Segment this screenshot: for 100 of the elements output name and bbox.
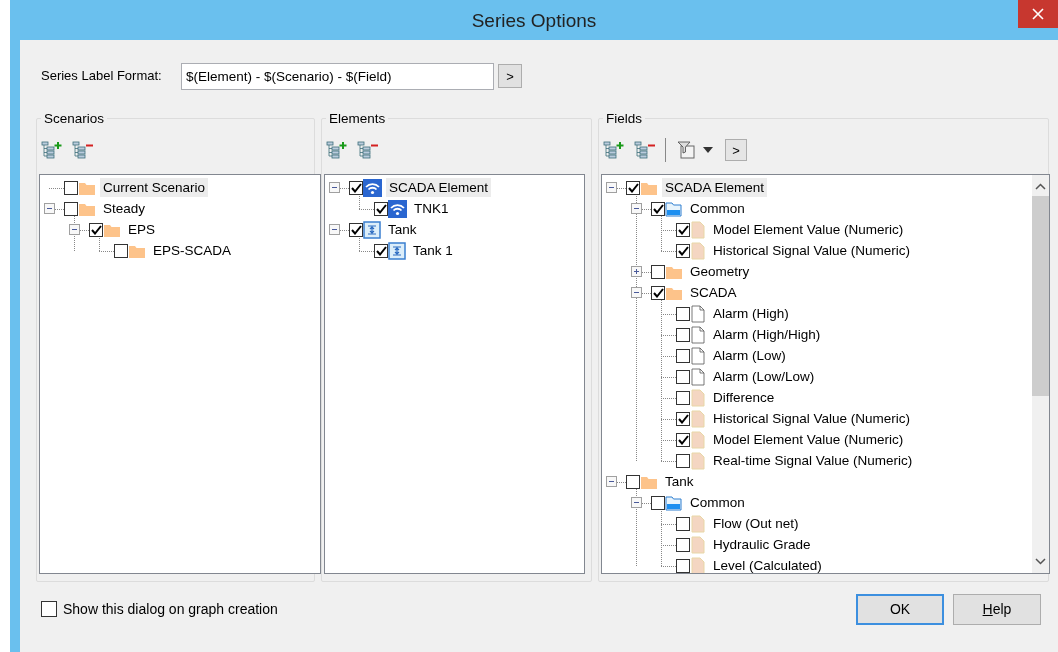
tree-item[interactable]: Common: [687, 199, 748, 218]
check-icon: [652, 203, 664, 214]
expand-all-icon[interactable]: [603, 140, 625, 160]
checkbox[interactable]: [349, 180, 363, 195]
more-button[interactable]: >: [725, 139, 747, 161]
checkbox[interactable]: [676, 558, 690, 573]
tree-item[interactable]: Alarm (Low/Low): [710, 367, 818, 386]
collapse-toggle[interactable]: [631, 203, 642, 214]
tree-item[interactable]: Steady: [100, 199, 149, 218]
dialog-button[interactable]: OK: [856, 593, 944, 625]
minus-icon: [331, 226, 338, 233]
tree-item[interactable]: Tank: [385, 220, 420, 239]
checkbox[interactable]: [676, 222, 690, 237]
tree-item[interactable]: Real-time Signal Value (Numeric): [710, 451, 916, 470]
check-icon: [375, 203, 387, 214]
tree-item[interactable]: Flow (Out net): [710, 514, 802, 533]
checkbox[interactable]: [676, 348, 690, 363]
collapse-toggle[interactable]: [329, 182, 340, 193]
tree-item[interactable]: Current Scenario: [100, 178, 209, 197]
document-icon: [690, 409, 706, 428]
check-icon: [627, 182, 639, 193]
tree-item[interactable]: Model Element Value (Numeric): [710, 430, 907, 449]
checkbox[interactable]: [676, 306, 690, 321]
collapse-toggle[interactable]: [631, 287, 642, 298]
collapse-toggle[interactable]: [44, 203, 55, 214]
expand-all-icon[interactable]: [41, 140, 63, 160]
document-icon: [690, 325, 706, 344]
tree-item[interactable]: SCADA Element: [662, 178, 768, 197]
collapse-all-icon[interactable]: [72, 140, 94, 160]
tree-item[interactable]: Alarm (High): [710, 304, 792, 323]
checkbox[interactable]: [64, 180, 78, 195]
minus-icon: [608, 478, 615, 485]
tree-item[interactable]: EPS-SCADA: [150, 241, 235, 260]
checkbox[interactable]: [374, 201, 388, 216]
checkbox[interactable]: [374, 243, 388, 258]
checkbox[interactable]: [89, 222, 103, 237]
collapse-toggle[interactable]: [606, 476, 617, 487]
checkbox[interactable]: [114, 243, 128, 258]
checkbox[interactable]: [64, 201, 78, 216]
minus-icon: [633, 205, 640, 212]
tree-item[interactable]: Historical Signal Value (Numeric): [710, 241, 914, 260]
collapse-toggle[interactable]: [631, 497, 642, 508]
checkbox[interactable]: [676, 327, 690, 342]
close-button[interactable]: [1018, 0, 1058, 28]
folder-icon: [665, 494, 683, 511]
collapse-toggle[interactable]: [606, 182, 617, 193]
tree-item[interactable]: Tank 1: [410, 241, 456, 260]
collapse-toggle[interactable]: [69, 224, 80, 235]
tree-item[interactable]: Hydraulic Grade: [710, 535, 814, 554]
tree-item[interactable]: Model Element Value (Numeric): [710, 220, 907, 239]
label-format-field[interactable]: $(Element) - $(Scenario) - $(Field): [181, 62, 494, 90]
tree-item[interactable]: Difference: [710, 388, 778, 407]
tree-item[interactable]: Common: [687, 493, 748, 512]
tree-item[interactable]: Historical Signal Value (Numeric): [710, 409, 914, 428]
minus-icon: [633, 499, 640, 506]
insert-button[interactable]: >: [498, 64, 522, 88]
minus-icon: [633, 289, 640, 296]
checkbox[interactable]: [676, 243, 690, 258]
checkbox[interactable]: [651, 264, 665, 279]
minus-icon: [46, 205, 53, 212]
checkbox[interactable]: [676, 390, 690, 405]
tree-item[interactable]: Tank: [662, 472, 697, 491]
checkbox[interactable]: [626, 474, 640, 489]
collapse-all-icon[interactable]: [634, 140, 656, 160]
scroll-thumb[interactable]: [1032, 196, 1049, 396]
tree-item[interactable]: EPS: [125, 220, 158, 239]
tree-item[interactable]: Alarm (Low): [710, 346, 789, 365]
dialog-button[interactable]: Help: [953, 593, 1041, 625]
collapse-all-icon[interactable]: [357, 140, 379, 160]
checkbox[interactable]: [676, 453, 690, 468]
document-icon: [690, 346, 706, 365]
expand-all-icon[interactable]: [326, 140, 348, 160]
caret-icon[interactable]: [703, 147, 713, 153]
tree-item[interactable]: SCADA Element: [386, 178, 492, 197]
tree-item[interactable]: TNK1: [411, 199, 452, 218]
collapse-toggle[interactable]: [329, 224, 340, 235]
checkbox[interactable]: [676, 516, 690, 531]
check-icon: [677, 413, 689, 424]
check-icon: [677, 224, 689, 235]
tree-item[interactable]: Geometry: [687, 262, 753, 281]
tree-item[interactable]: SCADA: [687, 283, 740, 302]
checkbox[interactable]: [651, 285, 665, 300]
checkbox[interactable]: [349, 222, 363, 237]
tree-item[interactable]: Alarm (High/High): [710, 325, 824, 344]
checkbox[interactable]: [676, 432, 690, 447]
check-icon: [350, 224, 362, 235]
expand-toggle[interactable]: [631, 266, 642, 277]
folder-icon: [665, 200, 683, 217]
minus-icon: [71, 226, 78, 233]
filter-icon[interactable]: [676, 140, 696, 160]
checkbox[interactable]: [676, 411, 690, 426]
scrollbar[interactable]: [1032, 175, 1049, 573]
tree-item[interactable]: Level (Calculated): [710, 556, 825, 573]
checkbox[interactable]: [651, 495, 665, 510]
checkbox[interactable]: [676, 537, 690, 552]
checkbox[interactable]: [41, 601, 57, 617]
checkbox[interactable]: [676, 369, 690, 384]
checkbox[interactable]: [626, 180, 640, 195]
checkbox[interactable]: [651, 201, 665, 216]
document-icon: [690, 367, 706, 386]
